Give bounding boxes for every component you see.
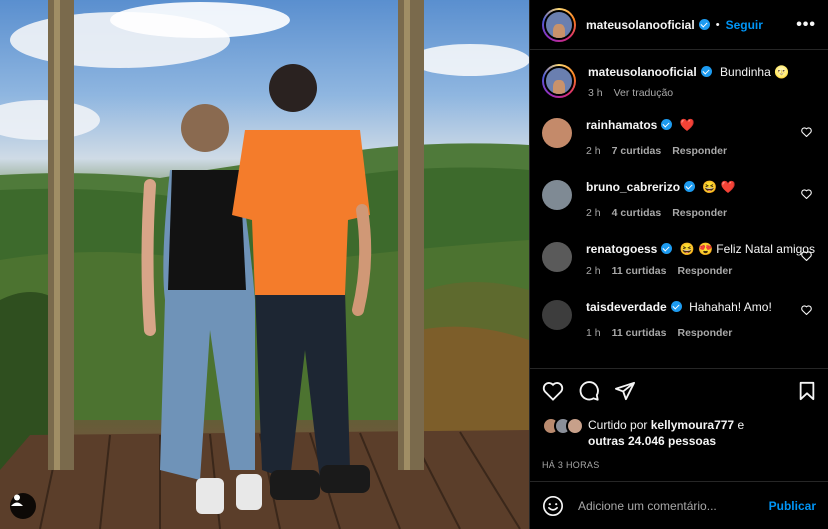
comment-username[interactable]: renatogoess bbox=[586, 242, 657, 256]
comment-likes[interactable]: 4 curtidas bbox=[612, 207, 662, 219]
more-options-button[interactable]: ••• bbox=[796, 16, 816, 34]
comment-emoji: ❤️ bbox=[679, 118, 695, 132]
comment-text: Hahahah! Amo! bbox=[689, 300, 772, 314]
save-bookmark-icon[interactable] bbox=[798, 381, 816, 401]
like-comment-heart-icon[interactable] bbox=[801, 305, 812, 315]
comment-avatar[interactable] bbox=[542, 180, 572, 210]
verified-badge-icon bbox=[684, 181, 696, 192]
verified-badge-icon bbox=[698, 19, 710, 30]
like-comment-heart-icon[interactable] bbox=[801, 189, 812, 199]
emoji-smiley-icon[interactable] bbox=[542, 495, 564, 517]
comment-likes[interactable]: 7 curtidas bbox=[612, 145, 662, 157]
reply-button[interactable]: Responder bbox=[677, 327, 732, 339]
comment-text: 😆 😍 Feliz Natal amigos bbox=[679, 242, 815, 256]
comment-time: 2 h bbox=[586, 207, 601, 219]
comment-emoji: 😆 ❤️ bbox=[702, 180, 736, 194]
comment-bubble-icon[interactable] bbox=[578, 380, 600, 402]
likes-others[interactable]: outras 24.046 pessoas bbox=[588, 434, 716, 448]
comment-avatar[interactable] bbox=[542, 242, 572, 272]
caption: mateusolanooficial Bundinha 🌝 3 h Ver tra… bbox=[542, 64, 816, 101]
caption-emoji: 🌝 bbox=[774, 65, 790, 79]
comment-time: 1 h bbox=[586, 327, 601, 339]
action-bar bbox=[542, 379, 816, 403]
comment-likes[interactable]: 11 curtidas bbox=[612, 327, 667, 339]
verified-badge-icon bbox=[700, 66, 712, 77]
post-header: mateusolanooficial • Seguir ••• bbox=[530, 0, 828, 50]
like-comment-heart-icon[interactable] bbox=[801, 127, 812, 137]
comment-item: renatogoess 😆 😍 Feliz Natal amigos 2 h 11… bbox=[542, 241, 816, 279]
reply-button[interactable]: Responder bbox=[677, 265, 732, 277]
comment-avatar[interactable] bbox=[542, 300, 572, 330]
comment-likes[interactable]: 11 curtidas bbox=[612, 265, 667, 277]
likes-prefix: Curtido por bbox=[588, 418, 648, 432]
comment-username[interactable]: rainhamatos bbox=[586, 118, 657, 132]
comment-item: taisdeverdade Hahahah! Amo! 1 h 11 curtid… bbox=[542, 299, 816, 341]
post-photo[interactable] bbox=[0, 0, 529, 529]
caption-time: 3 h bbox=[588, 87, 603, 99]
likes-summary: Curtido por kellymoura777 e outras 24.04… bbox=[542, 417, 816, 449]
reply-button[interactable]: Responder bbox=[672, 207, 727, 219]
verified-badge-icon bbox=[661, 243, 673, 254]
follow-button[interactable]: Seguir bbox=[726, 18, 763, 32]
add-comment-bar: Publicar bbox=[530, 481, 828, 529]
share-paper-plane-icon[interactable] bbox=[614, 381, 636, 401]
liker-avatar bbox=[566, 417, 584, 435]
comment-username[interactable]: bruno_cabrerizo bbox=[586, 180, 680, 194]
like-comment-heart-icon[interactable] bbox=[801, 251, 812, 261]
reply-button[interactable]: Responder bbox=[672, 145, 727, 157]
comment-item: bruno_cabrerizo 😆 ❤️ 2 h 4 curtidas Respon… bbox=[542, 179, 816, 221]
comment-avatar[interactable] bbox=[542, 118, 572, 148]
post-side-panel: mateusolanooficial • Seguir ••• mateusol… bbox=[529, 0, 828, 529]
caption-avatar[interactable] bbox=[542, 64, 576, 98]
caption-username[interactable]: mateusolanooficial bbox=[588, 65, 697, 79]
author-avatar[interactable] bbox=[542, 7, 576, 42]
author-username[interactable]: mateusolanooficial bbox=[586, 18, 695, 32]
like-heart-icon[interactable] bbox=[542, 381, 564, 401]
comment-time: 2 h bbox=[586, 265, 601, 277]
user-icon bbox=[11, 494, 23, 506]
separator-dot: • bbox=[715, 18, 720, 31]
caption-text: Bundinha bbox=[720, 65, 771, 79]
comments-list[interactable]: mateusolanooficial Bundinha 🌝 3 h Ver tra… bbox=[530, 52, 828, 367]
post-timestamp: HÁ 3 HORAS bbox=[542, 460, 600, 470]
likes-suffix: e bbox=[737, 418, 745, 432]
comment-item: rainhamatos ❤️ 2 h 7 curtidas Responder bbox=[542, 117, 816, 159]
post-actions: Curtido por kellymoura777 e outras 24.04… bbox=[530, 368, 828, 470]
liker-avatars[interactable] bbox=[542, 417, 588, 435]
tagged-user-icon[interactable] bbox=[10, 493, 36, 519]
comment-username[interactable]: taisdeverdade bbox=[586, 300, 667, 314]
verified-badge-icon bbox=[670, 301, 682, 312]
comment-time: 2 h bbox=[586, 145, 601, 157]
liker-username[interactable]: kellymoura777 bbox=[651, 418, 734, 432]
translate-link[interactable]: Ver tradução bbox=[614, 87, 674, 99]
publish-button[interactable]: Publicar bbox=[769, 499, 816, 513]
comment-input[interactable] bbox=[578, 498, 769, 513]
photo-illustration bbox=[0, 0, 529, 529]
verified-badge-icon bbox=[661, 119, 673, 130]
